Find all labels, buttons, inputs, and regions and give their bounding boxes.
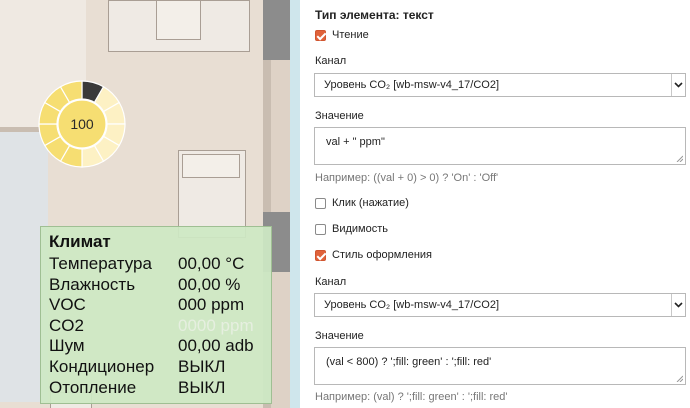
climate-row-value: ВЫКЛ xyxy=(178,356,226,376)
climate-widget[interactable]: Климат Температура 00,00 °C Влажность 00,00… xyxy=(40,226,272,404)
wall-block-top xyxy=(263,0,290,60)
value-input-1[interactable]: val + " ppm" xyxy=(314,127,686,165)
channel-select-2[interactable]: Уровень CO₂ [wb-msw-v4_17/CO2] xyxy=(314,293,686,317)
climate-row-value: 00,00 % xyxy=(178,274,241,294)
value-label-2: Значение xyxy=(315,330,364,342)
click-checkbox[interactable]: Клик (нажатие) xyxy=(315,196,409,210)
climate-row: Шум 00,00 adb xyxy=(49,336,271,357)
climate-row-label: Шум xyxy=(49,336,85,356)
climate-row-label: Влажность xyxy=(49,274,136,294)
value-input-2[interactable]: (val < 800) ? ';fill: green' : ';fill: r… xyxy=(314,347,686,385)
channel-label-2: Канал xyxy=(315,276,347,288)
climate-row: Температура 00,00 °C xyxy=(49,254,271,275)
chevron-down-icon[interactable] xyxy=(671,74,685,96)
value-input-2-text: (val < 800) ? ';fill: green' : ';fill: r… xyxy=(326,356,492,368)
channel-select-1-value: Уровень CO₂ [wb-msw-v4_17/CO2] xyxy=(324,79,500,91)
channel-select-2-value: Уровень CO₂ [wb-msw-v4_17/CO2] xyxy=(324,299,500,311)
read-checkbox[interactable]: Чтение xyxy=(315,28,369,42)
visibility-checkbox-box[interactable] xyxy=(315,223,326,235)
climate-row: VOC 000 ppm xyxy=(49,295,271,316)
climate-row: Влажность 00,00 % xyxy=(49,275,271,296)
climate-title: Климат xyxy=(49,232,111,251)
resize-grip-icon[interactable] xyxy=(676,375,683,382)
climate-row-value: 000 ppm xyxy=(178,295,245,315)
climate-row: Отопление ВЫКЛ xyxy=(49,378,271,399)
read-checkbox-label: Чтение xyxy=(332,29,369,41)
climate-row-value: 00,00 °C xyxy=(178,254,245,273)
style-checkbox-box[interactable] xyxy=(315,249,326,261)
climate-row-value: 0000 ppm xyxy=(178,315,254,335)
furniture-pillow xyxy=(182,154,240,178)
climate-row-label: VOC xyxy=(49,295,86,315)
channel-label-1: Канал xyxy=(315,55,347,67)
climate-row-label: CO2 xyxy=(49,315,84,335)
read-checkbox-box[interactable] xyxy=(315,29,326,41)
properties-panel: Тип элемента: текст Чтение Канал Уровень… xyxy=(300,0,690,408)
climate-row: Кондиционер ВЫКЛ xyxy=(49,357,271,378)
climate-row: CO2 0000 ppm xyxy=(49,316,271,337)
dimmer-center[interactable] xyxy=(57,99,107,149)
climate-row-value: ВЫКЛ xyxy=(178,377,226,397)
window-strip xyxy=(290,0,300,408)
visibility-checkbox-label: Видимость xyxy=(332,223,388,235)
chevron-down-icon[interactable] xyxy=(671,294,685,316)
climate-row-label: Кондиционер xyxy=(49,356,155,376)
dimmer-dial[interactable] xyxy=(38,80,126,168)
value-hint-2: Например: (val) ? ';fill: green' : ';fil… xyxy=(315,391,508,403)
element-type-heading: Тип элемента: текст xyxy=(315,8,434,22)
value-input-1-text: val + " ppm" xyxy=(326,136,385,148)
climate-row-value: 00,00 adb xyxy=(178,336,254,356)
furniture-chair xyxy=(156,0,201,40)
visibility-checkbox[interactable]: Видимость xyxy=(315,222,388,236)
click-checkbox-box[interactable] xyxy=(315,197,326,209)
style-checkbox[interactable]: Стиль оформления xyxy=(315,248,432,262)
style-checkbox-label: Стиль оформления xyxy=(332,249,433,261)
value-label-1: Значение xyxy=(315,110,364,122)
click-checkbox-label: Клик (нажатие) xyxy=(332,197,409,209)
resize-grip-icon[interactable] xyxy=(676,155,683,162)
climate-row-label: Температура xyxy=(49,254,152,273)
channel-select-1[interactable]: Уровень CO₂ [wb-msw-v4_17/CO2] xyxy=(314,73,686,97)
climate-row-label: Отопление xyxy=(49,377,137,397)
value-hint-1: Например: ((val + 0) > 0) ? 'On' : 'Off' xyxy=(315,172,499,184)
floor-plan: 100 Климат Температура 00,00 °C Влажность 0… xyxy=(0,0,300,408)
